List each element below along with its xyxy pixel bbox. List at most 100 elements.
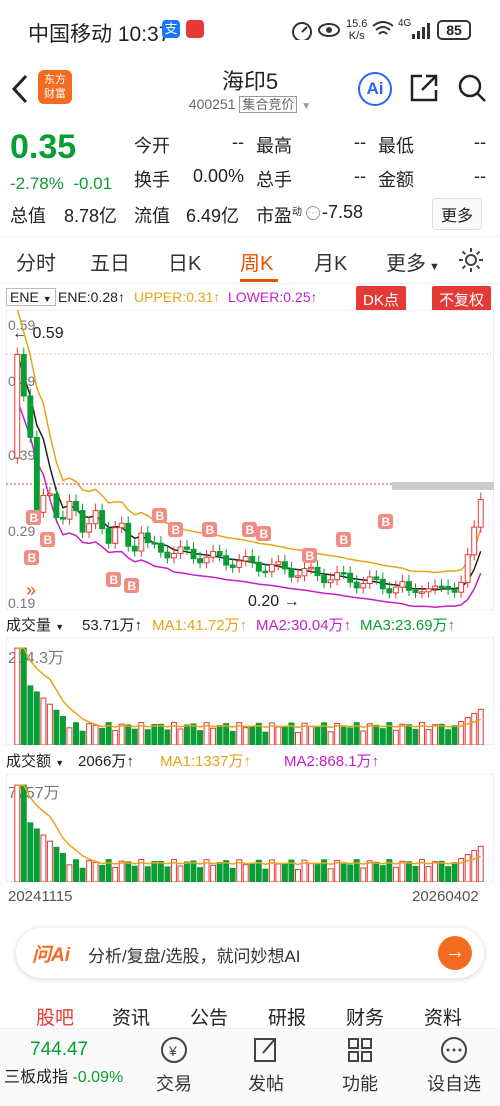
volume-bar bbox=[59, 715, 66, 745]
buy-signal-marker: B bbox=[202, 522, 217, 537]
volume-bar bbox=[151, 724, 158, 745]
chart-border bbox=[6, 310, 494, 610]
tab-profile[interactable]: 资料 bbox=[424, 1003, 462, 1030]
no-adjust-button[interactable]: 不复权 bbox=[432, 286, 492, 313]
volume-bar bbox=[144, 866, 151, 882]
volume-ma3-text: MA3:23.69万 bbox=[360, 617, 448, 634]
volume-bar bbox=[275, 726, 282, 745]
collapse-arrows-icon[interactable]: » bbox=[26, 580, 36, 600]
tab-research[interactable]: 研报 bbox=[268, 1003, 306, 1030]
nav-functions[interactable]: 功能 bbox=[320, 1035, 400, 1096]
volume-bar bbox=[190, 723, 197, 745]
candle-body bbox=[399, 581, 406, 588]
more-quote-button[interactable]: 更多 bbox=[432, 198, 483, 230]
buy-signal-letter: B bbox=[128, 579, 137, 593]
content-tabs: 股吧 资讯 公告 研报 财务 资料 bbox=[0, 995, 500, 1029]
tab-five-day[interactable]: 五日 bbox=[90, 247, 130, 276]
candle-body bbox=[314, 566, 321, 577]
change-percent: -2.78% bbox=[10, 174, 64, 193]
volume-selector-label: 成交量 bbox=[6, 617, 52, 634]
total-value: 8.78亿 bbox=[64, 206, 118, 226]
candle-body bbox=[164, 551, 171, 559]
candle-body bbox=[405, 581, 412, 591]
tab-news[interactable]: 资讯 bbox=[112, 1003, 150, 1030]
index-ticker[interactable]: 744.47 三板成指 -0.09% bbox=[0, 1029, 128, 1106]
volume-bar bbox=[405, 724, 412, 745]
candle-body bbox=[249, 555, 256, 563]
volume-selector[interactable]: 成交量 ▼ bbox=[6, 614, 64, 635]
current-price: 0.35 bbox=[10, 128, 77, 166]
buy-signal-letter: B bbox=[156, 509, 165, 523]
buy-signal-marker: B bbox=[302, 548, 317, 563]
nav-post[interactable]: 发帖 bbox=[226, 1035, 306, 1096]
candle-body bbox=[14, 354, 21, 459]
candle-body bbox=[99, 510, 106, 530]
ai-search-bar[interactable]: 问Ai 分析/复盘/选股，就问妙想AI → bbox=[16, 928, 484, 978]
volume-bar bbox=[216, 725, 223, 745]
volume-bar bbox=[314, 726, 321, 745]
candle-body bbox=[477, 499, 484, 528]
volume-bar bbox=[445, 866, 452, 882]
dk-point-button[interactable]: DK点 bbox=[356, 286, 406, 313]
candle-body bbox=[262, 570, 269, 574]
date-start: 20241115 bbox=[8, 888, 73, 905]
volume-bar bbox=[190, 860, 197, 882]
tab-guba[interactable]: 股吧 bbox=[36, 1003, 74, 1030]
float-value: 6.49亿 bbox=[186, 206, 240, 226]
candle-body bbox=[92, 510, 99, 525]
pe-superscript: 动 bbox=[292, 207, 302, 218]
tab-finance[interactable]: 财务 bbox=[346, 1003, 384, 1030]
amount-selector[interactable]: 成交额 ▼ bbox=[6, 750, 64, 771]
volume-bar bbox=[314, 863, 321, 882]
total-value-label: 总值 bbox=[10, 206, 46, 226]
pe-info-icon[interactable]: ··· bbox=[306, 206, 320, 220]
ene-text: ENE:0.28 bbox=[58, 289, 118, 305]
battery-indicator: 85 bbox=[437, 20, 471, 40]
volume-bar bbox=[112, 866, 119, 882]
volume-bar bbox=[177, 728, 184, 745]
candlestick-chart[interactable]: 0.59 0.49 0.39 0.29 0.19 ← 0.59 0.20 → B… bbox=[6, 310, 494, 610]
tab-monthly-k[interactable]: 月K bbox=[314, 247, 347, 276]
volume-bar bbox=[79, 730, 86, 745]
buy-signal-letter: B bbox=[110, 573, 119, 587]
volume-bar bbox=[360, 867, 367, 882]
volume-chart[interactable]: 204.3万 bbox=[6, 637, 494, 745]
buy-signal-letter: B bbox=[260, 527, 269, 541]
share-icon[interactable] bbox=[408, 72, 440, 104]
settings-gear-icon[interactable] bbox=[458, 247, 484, 273]
amount-chart[interactable]: 7757万 bbox=[6, 774, 494, 882]
tab-more[interactable]: 更多 ▼ bbox=[386, 247, 440, 276]
buy-signal-marker: B bbox=[256, 526, 271, 541]
indicator-selector[interactable]: ENE ▼ bbox=[6, 288, 56, 306]
nav-add-watchlist[interactable]: 设自选 bbox=[414, 1035, 494, 1096]
lower-value: LOWER:0.25↑ bbox=[228, 289, 318, 305]
buy-signal-letter: B bbox=[340, 533, 349, 547]
tab-announcements[interactable]: 公告 bbox=[190, 1003, 228, 1030]
ai-assistant-button[interactable]: Ai bbox=[358, 72, 392, 106]
volume-bar bbox=[242, 727, 249, 745]
tab-intraday[interactable]: 分时 bbox=[16, 247, 56, 276]
ai-brand: 问Ai bbox=[32, 945, 71, 966]
candle-body bbox=[281, 561, 288, 570]
eastmoney-logo[interactable]: 东方 财富 bbox=[38, 70, 72, 104]
arrow-right-icon[interactable]: → bbox=[438, 936, 472, 970]
price-axis-label-4: 0.29 bbox=[8, 523, 35, 539]
tab-daily-k[interactable]: 日K bbox=[168, 247, 201, 276]
back-arrow-icon[interactable] bbox=[10, 74, 30, 104]
volume-bar bbox=[177, 865, 184, 882]
candle-body bbox=[197, 558, 204, 564]
edit-icon bbox=[254, 1038, 276, 1062]
volume-bar bbox=[327, 731, 334, 745]
nav-trade[interactable]: ¥ 交易 bbox=[134, 1035, 214, 1096]
nav-functions-label: 功能 bbox=[342, 1074, 378, 1094]
volume-bar bbox=[360, 730, 367, 745]
stock-code-row[interactable]: 400251 集合竞价 ▼ bbox=[150, 94, 350, 113]
volume-bar bbox=[99, 864, 106, 882]
turnover-value: 0.00% bbox=[192, 166, 244, 186]
candle-body bbox=[203, 556, 210, 564]
search-icon[interactable] bbox=[456, 72, 488, 104]
amount-value: -- bbox=[474, 166, 486, 186]
tab-more-label: 更多 bbox=[386, 253, 426, 275]
candle-body bbox=[373, 576, 380, 580]
tab-weekly-k[interactable]: 周K bbox=[240, 247, 273, 276]
